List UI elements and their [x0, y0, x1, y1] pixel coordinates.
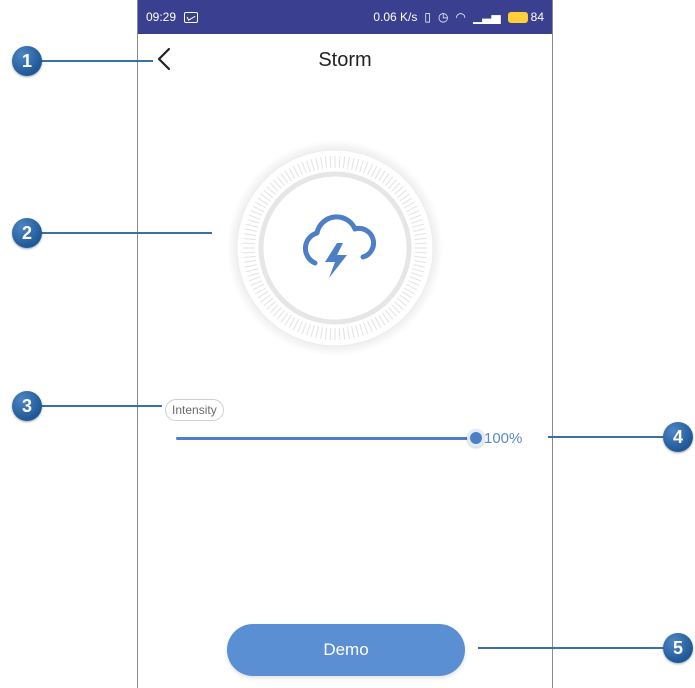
intensity-label: Intensity: [165, 399, 224, 421]
vibrate-icon: ▯: [424, 10, 431, 24]
intensity-slider[interactable]: [176, 428, 485, 448]
page-title: Storm: [318, 49, 372, 71]
battery-icon: [507, 11, 528, 23]
callout-badge-3: 3: [12, 391, 42, 421]
dial-tick: [414, 242, 427, 245]
callout-badge-1: 1: [12, 46, 42, 76]
callout-badge-4: 4: [663, 422, 693, 452]
nav-bar: Storm: [138, 34, 552, 86]
demo-button[interactable]: Demo: [227, 624, 465, 676]
screenshot-canvas: 09:29 0.06 K/s ▯ ◷ ◠ ▁▃▅ 84 Storm Intens…: [0, 0, 695, 688]
status-bar: 09:29 0.06 K/s ▯ ◷ ◠ ▁▃▅ 84: [138, 0, 552, 34]
phone-screen: 09:29 0.06 K/s ▯ ◷ ◠ ▁▃▅ 84 Storm Intens…: [137, 0, 553, 688]
storm-dial[interactable]: [225, 138, 445, 358]
callout-line-4: [548, 436, 666, 438]
dial-tick: [243, 251, 256, 254]
alarm-icon: ◷: [437, 10, 449, 24]
image-notification-icon: [184, 11, 199, 23]
callout-badge-5: 5: [663, 633, 693, 663]
dial-tick: [338, 156, 341, 169]
callout-line-5: [478, 647, 666, 649]
dial-tick: [243, 242, 256, 245]
battery-indicator: 84: [507, 10, 544, 24]
dial-tick: [329, 156, 332, 169]
slider-thumb[interactable]: [467, 429, 485, 447]
slider-fill: [176, 437, 476, 440]
wifi-icon: ◠: [455, 10, 466, 24]
dial-tick: [338, 327, 341, 340]
signal-icon: ▁▃▅: [472, 10, 501, 24]
status-time: 09:29: [146, 10, 177, 24]
status-left: 09:29: [146, 10, 199, 24]
callout-line-3: [40, 405, 162, 407]
battery-level: 84: [530, 10, 544, 24]
callout-badge-2: 2: [12, 218, 42, 248]
dial-tick: [414, 251, 427, 254]
callout-line-1: [40, 60, 153, 62]
status-right: 0.06 K/s ▯ ◷ ◠ ▁▃▅ 84: [373, 10, 544, 24]
network-speed: 0.06 K/s: [373, 10, 418, 24]
intensity-value: 100%: [484, 430, 523, 447]
callout-line-2: [40, 232, 212, 234]
dial-tick: [329, 327, 332, 340]
dial-graphic: [227, 140, 443, 356]
